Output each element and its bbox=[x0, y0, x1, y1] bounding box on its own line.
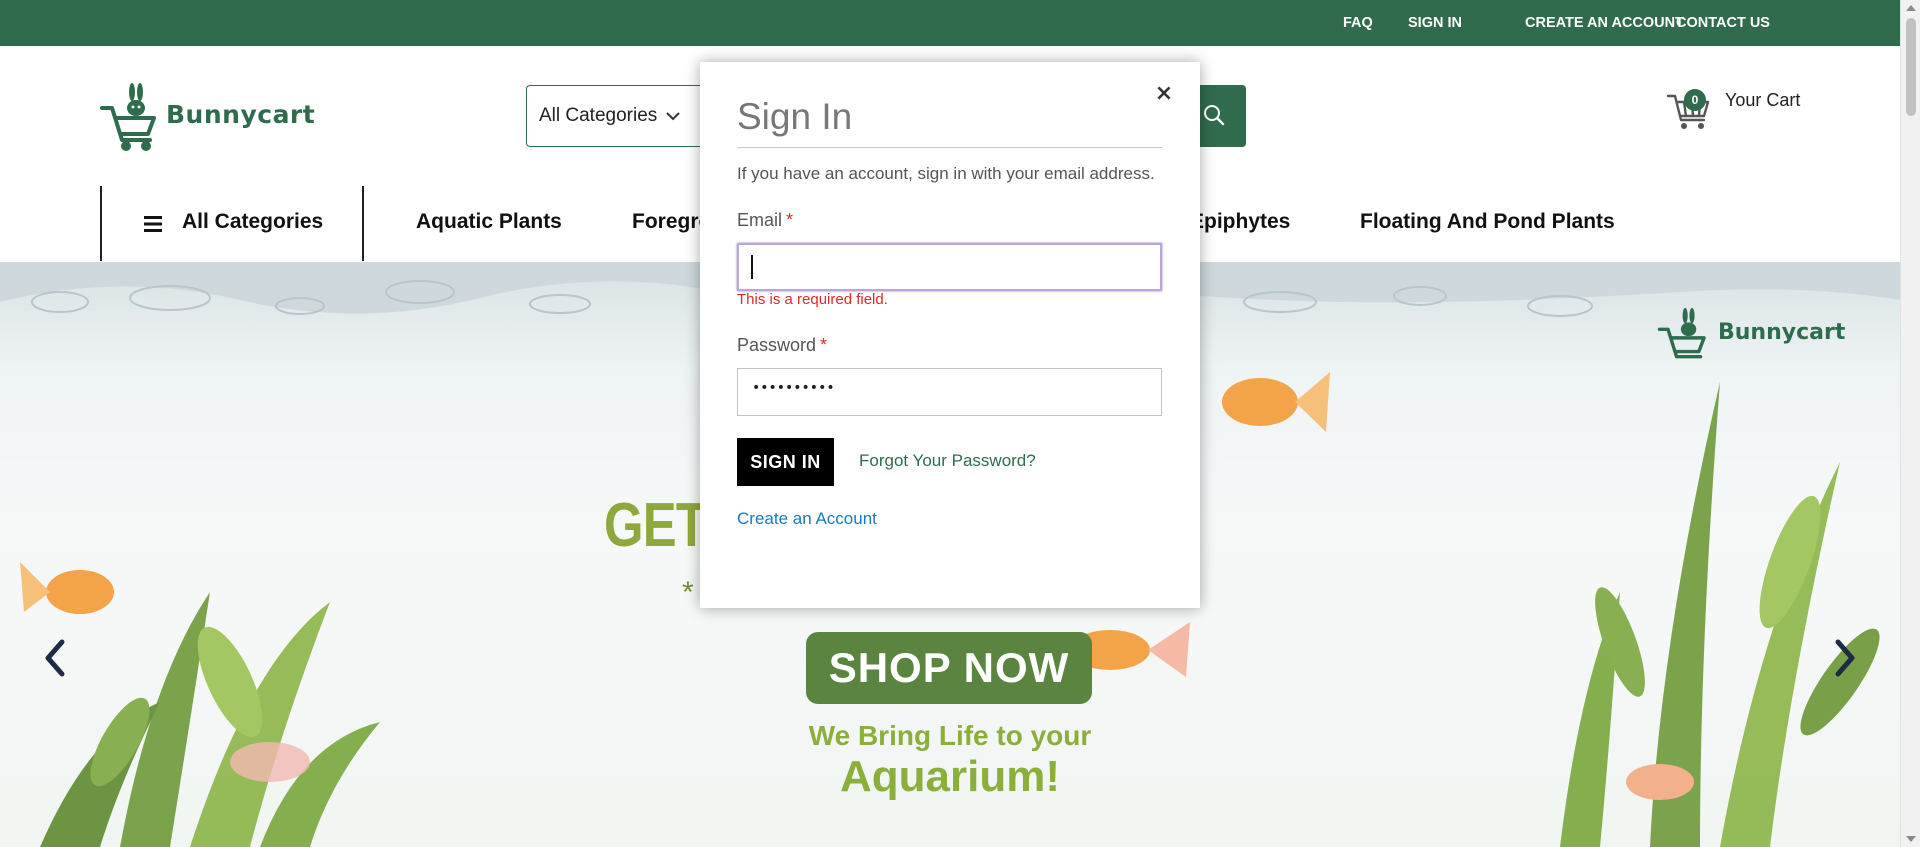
bunny-cart-logo-icon bbox=[1657, 307, 1706, 359]
create-account-link[interactable]: CREATE AN ACCOUNT bbox=[1525, 0, 1684, 46]
scroll-up-arrow-icon[interactable] bbox=[1906, 5, 1916, 11]
cart-label[interactable]: Your Cart bbox=[1725, 90, 1800, 111]
sign-in-modal: × Sign In If you have an account, sign i… bbox=[700, 62, 1200, 608]
shop-now-button[interactable]: SHOP NOW bbox=[806, 632, 1092, 704]
chevron-down-icon bbox=[666, 112, 680, 121]
search-icon bbox=[1204, 105, 1225, 126]
create-account-link[interactable]: Create an Account bbox=[737, 509, 877, 529]
brand-name[interactable]: Bunnycart bbox=[166, 100, 315, 129]
email-label-text: Email bbox=[737, 210, 783, 230]
modal-intro-text: If you have an account, sign in with you… bbox=[737, 164, 1155, 183]
category-select[interactable]: All Categories bbox=[539, 86, 657, 146]
hero-tagline: We Bring Life to your bbox=[808, 720, 1092, 751]
modal-title: Sign In bbox=[737, 96, 853, 137]
password-label: Password * bbox=[737, 335, 827, 356]
all-categories-label: All Categories bbox=[182, 210, 324, 233]
text-caret bbox=[751, 255, 753, 279]
nav-item-aquatic-plants[interactable]: Aquatic Plants bbox=[416, 210, 562, 234]
close-icon[interactable]: × bbox=[1152, 82, 1176, 106]
required-asterisk: * bbox=[820, 335, 828, 355]
email-field[interactable] bbox=[737, 243, 1162, 291]
title-divider bbox=[737, 147, 1162, 148]
nav-item-floating-pond-plants[interactable]: Floating And Pond Plants bbox=[1360, 210, 1615, 234]
password-label-text: Password bbox=[737, 335, 817, 355]
cart-count-badge: 0 bbox=[1684, 89, 1706, 111]
bunny-cart-logo-icon bbox=[100, 83, 156, 151]
faq-link[interactable]: FAQ bbox=[1343, 0, 1373, 46]
sign-in-button[interactable]: SIGN IN bbox=[737, 438, 834, 486]
sign-in-link[interactable]: SIGN IN bbox=[1408, 0, 1462, 46]
slider-prev-arrow-icon[interactable] bbox=[40, 636, 70, 680]
required-asterisk: * bbox=[786, 210, 794, 230]
top-bar: FAQ SIGN IN CREATE AN ACCOUNT CONTACT US bbox=[0, 0, 1900, 46]
hero-tagline-aquarium: Aquarium! bbox=[840, 752, 1060, 801]
password-mask: •••••••••• bbox=[752, 380, 835, 396]
nav-item-epiphytes[interactable]: Epiphytes bbox=[1190, 210, 1290, 234]
email-label: Email * bbox=[737, 210, 793, 231]
hamburger-icon bbox=[144, 216, 162, 232]
forgot-password-link[interactable]: Forgot Your Password? bbox=[859, 451, 1036, 471]
email-error-message: This is a required field. bbox=[737, 291, 888, 308]
scroll-down-arrow-icon[interactable] bbox=[1906, 836, 1916, 842]
contact-us-link[interactable]: CONTACT US bbox=[1676, 0, 1770, 46]
hero-logo-text: Bunnycart bbox=[1718, 320, 1846, 345]
slider-next-arrow-icon[interactable] bbox=[1830, 636, 1860, 680]
page-scrollbar[interactable] bbox=[1900, 0, 1920, 847]
all-categories-menu[interactable]: All Categories bbox=[100, 186, 364, 261]
scrollbar-thumb[interactable] bbox=[1906, 18, 1916, 116]
